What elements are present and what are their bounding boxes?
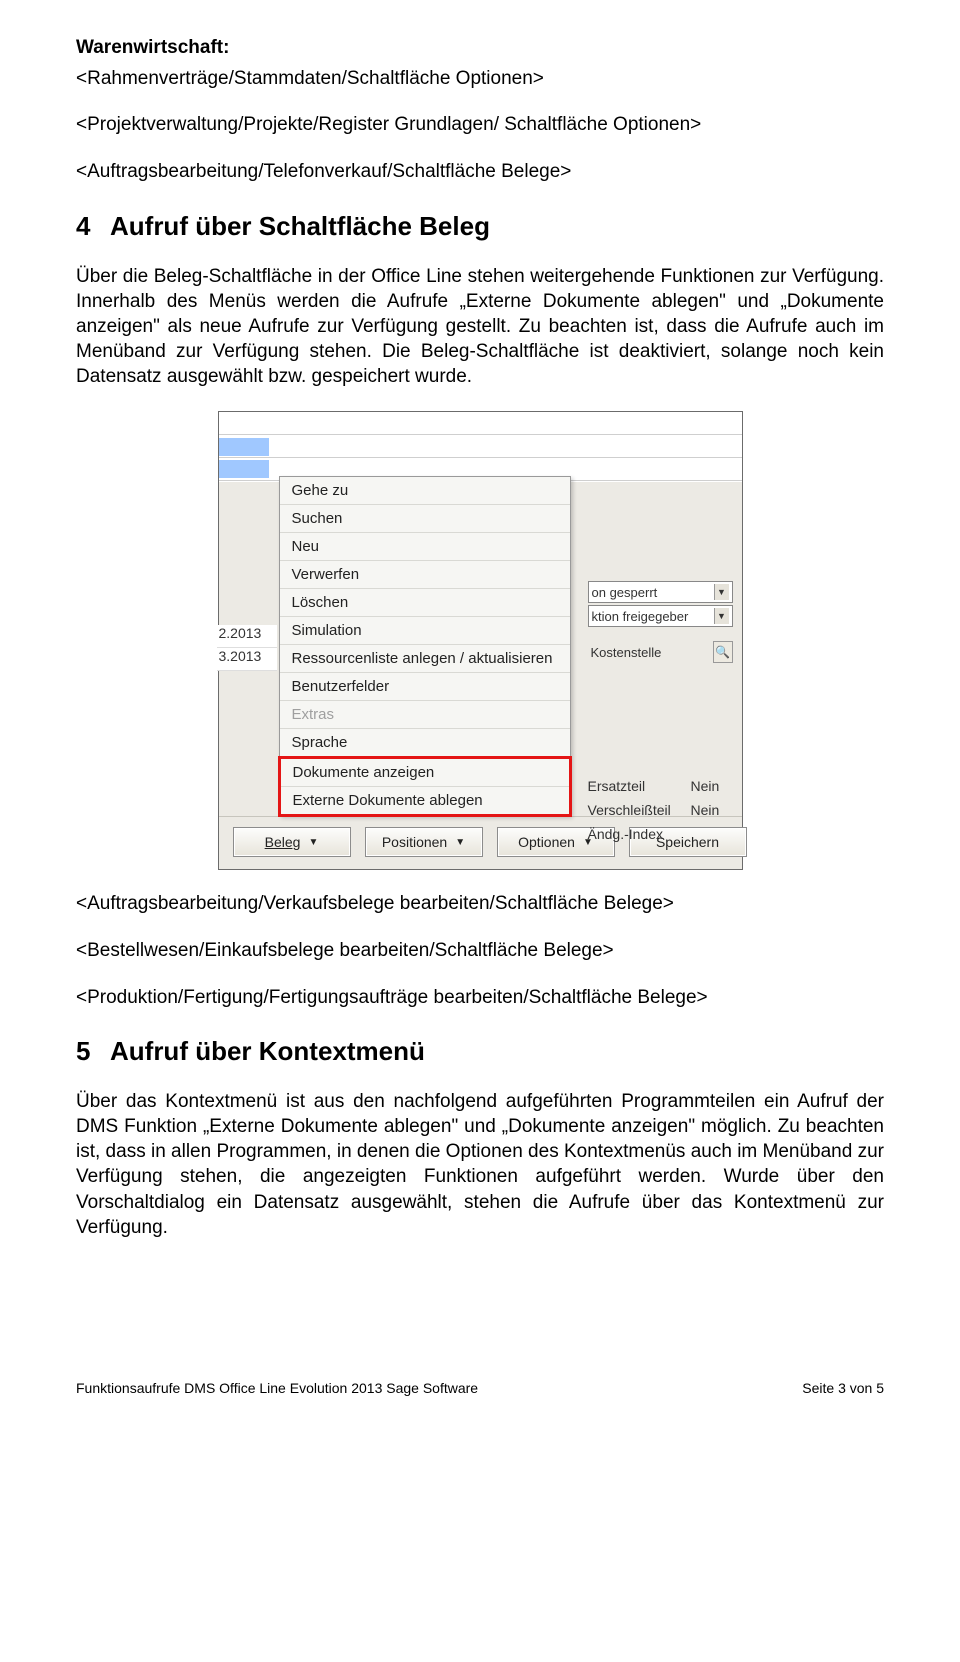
section-4-title: Aufruf über Schaltfläche Beleg <box>110 211 490 241</box>
optionen-button-label: Optionen <box>518 834 575 850</box>
section-4-heading: 4Aufruf über Schaltfläche Beleg <box>76 211 884 242</box>
search-icon[interactable]: 🔍 <box>713 641 733 663</box>
date-1: 2.2013 <box>217 625 277 648</box>
ersatzteil-value: Nein <box>691 778 733 794</box>
dropdown-freigegeben-value: ktion freigegeber <box>592 609 689 624</box>
menu-item-neu[interactable]: Neu <box>280 533 570 561</box>
path-1: <Auftragsbearbeitung/Verkaufsbelege bear… <box>76 892 884 917</box>
menu-highlight-box: Dokumente anzeigen Externe Dokumente abl… <box>278 756 572 817</box>
menu-item-sprache[interactable]: Sprache <box>280 729 570 756</box>
context-menu[interactable]: Gehe zu Suchen Neu Verwerfen Löschen Sim… <box>279 476 571 816</box>
aendg-index-label: Ändg.-Index <box>588 826 733 842</box>
menu-item-ressourcenliste[interactable]: Ressourcenliste anlegen / aktualisieren <box>280 645 570 673</box>
menu-item-externe-dokumente-ablegen[interactable]: Externe Dokumente ablegen <box>281 787 569 814</box>
menu-item-loeschen[interactable]: Löschen <box>280 589 570 617</box>
intro-line-1: <Rahmenverträge/Stammdaten/Schaltfläche … <box>76 67 884 92</box>
chevron-down-icon: ▼ <box>308 837 318 848</box>
menu-item-benutzerfelder[interactable]: Benutzerfelder <box>280 673 570 701</box>
beleg-button-label: Beleg <box>265 834 301 850</box>
chevron-down-icon: ▼ <box>455 837 465 848</box>
right-fields: on gesperrt ▼ ktion freigegeber ▼ Kostenst… <box>588 580 733 846</box>
section-4-num: 4 <box>76 211 110 242</box>
menu-item-verwerfen[interactable]: Verwerfen <box>280 561 570 589</box>
verschleissteil-value: Nein <box>691 802 733 818</box>
section-5-title: Aufruf über Kontextmenü <box>110 1036 425 1066</box>
dropdown-gesperrt-value: on gesperrt <box>592 585 658 600</box>
menu-item-extras: Extras <box>280 701 570 729</box>
date-column: 2.2013 3.2013 <box>217 625 277 671</box>
section-5-num: 5 <box>76 1036 110 1067</box>
path-3: <Produktion/Fertigung/Fertigungsaufträge… <box>76 986 884 1011</box>
ww-heading: Warenwirtschaft: <box>76 36 884 61</box>
kostenstelle-label: Kostenstelle <box>588 642 709 662</box>
intro-line-3: <Auftragsbearbeitung/Telefonverkauf/Scha… <box>76 160 884 185</box>
menu-item-simulation[interactable]: Simulation <box>280 617 570 645</box>
ersatzteil-label: Ersatzteil <box>588 778 687 794</box>
section-5-heading: 5Aufruf über Kontextmenü <box>76 1036 884 1067</box>
menu-item-dokumente-anzeigen[interactable]: Dokumente anzeigen <box>281 759 569 787</box>
dropdown-freigegeben[interactable]: ktion freigegeber ▼ <box>588 605 733 627</box>
section-5-body: Über das Kontextmenü ist aus den nachfol… <box>76 1089 884 1239</box>
intro-line-2: <Projektverwaltung/Projekte/Register Gru… <box>76 113 884 138</box>
page-footer: Funktionsaufrufe DMS Office Line Evoluti… <box>0 1380 960 1420</box>
chevron-down-icon: ▼ <box>714 608 729 624</box>
beleg-button[interactable]: Beleg ▼ <box>233 827 351 857</box>
footer-right: Seite 3 von 5 <box>802 1380 884 1396</box>
section-4-body: Über die Beleg-Schaltfläche in der Offic… <box>76 264 884 389</box>
chevron-down-icon: ▼ <box>714 584 729 600</box>
positionen-button[interactable]: Positionen ▼ <box>365 827 483 857</box>
path-2: <Bestellwesen/Einkaufsbelege bearbeiten/… <box>76 939 884 964</box>
screenshot-figure: Gehe zu Suchen Neu Verwerfen Löschen Sim… <box>76 411 884 870</box>
verschleissteil-label: Verschleißteil <box>588 802 687 818</box>
menu-item-gehezu[interactable]: Gehe zu <box>280 477 570 505</box>
screenshot-grid-area <box>219 412 742 482</box>
menu-item-suchen[interactable]: Suchen <box>280 505 570 533</box>
footer-left: Funktionsaufrufe DMS Office Line Evoluti… <box>76 1380 802 1396</box>
dropdown-gesperrt[interactable]: on gesperrt ▼ <box>588 581 733 603</box>
positionen-button-label: Positionen <box>382 834 447 850</box>
date-2: 3.2013 <box>217 648 277 671</box>
